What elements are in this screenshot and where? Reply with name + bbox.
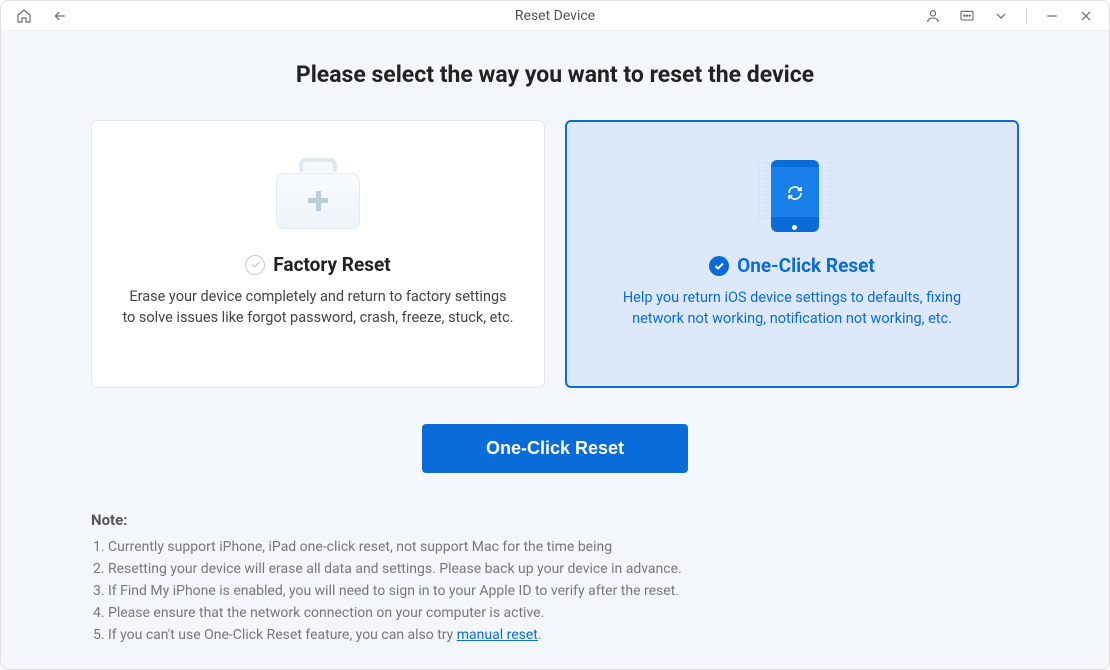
page-heading: Please select the way you want to reset … — [296, 61, 814, 88]
app-window: Reset Device Please select the way you w… — [0, 0, 1110, 670]
window-title: Reset Device — [515, 8, 595, 24]
phone-sync-icon — [762, 160, 822, 240]
one-click-reset-button[interactable]: One-Click Reset — [422, 424, 688, 473]
note-item: Resetting your device will erase all dat… — [108, 559, 1019, 580]
notes-title: Note: — [91, 511, 1019, 529]
notes-list: Currently support iPhone, iPad one-click… — [91, 537, 1019, 646]
note-item: Currently support iPhone, iPad one-click… — [108, 537, 1019, 558]
manual-reset-link[interactable]: manual reset — [457, 627, 538, 643]
titlebar-right — [924, 7, 1095, 25]
factory-reset-card[interactable]: Factory Reset Erase your device complete… — [91, 120, 545, 388]
titlebar-left — [15, 7, 69, 25]
close-icon[interactable] — [1077, 7, 1095, 25]
minimize-icon[interactable] — [1043, 7, 1061, 25]
back-icon[interactable] — [51, 7, 69, 25]
radio-unchecked-icon — [245, 255, 265, 275]
user-icon[interactable] — [924, 7, 942, 25]
feedback-icon[interactable] — [958, 7, 976, 25]
factory-reset-title: Factory Reset — [273, 253, 390, 276]
note-item: Please ensure that the network connectio… — [108, 603, 1019, 624]
card-title-row: One-Click Reset — [709, 254, 875, 277]
home-icon[interactable] — [15, 7, 33, 25]
content-area: Please select the way you want to reset … — [1, 31, 1109, 669]
card-title-row: Factory Reset — [245, 253, 390, 276]
titlebar-divider — [1026, 8, 1027, 24]
one-click-reset-title: One-Click Reset — [737, 254, 875, 277]
note-item: If Find My iPhone is enabled, you will n… — [108, 581, 1019, 602]
titlebar: Reset Device — [1, 1, 1109, 31]
one-click-reset-card[interactable]: One-Click Reset Help you return iOS devi… — [565, 120, 1019, 388]
note-item: If you can't use One-Click Reset feature… — [108, 625, 1019, 646]
note-text: If you can't use One-Click Reset feature… — [108, 627, 457, 643]
note-text: . — [538, 627, 542, 643]
first-aid-kit-icon — [276, 159, 360, 239]
one-click-reset-desc: Help you return iOS device settings to d… — [597, 287, 987, 329]
chevron-down-icon[interactable] — [992, 7, 1010, 25]
factory-reset-desc: Erase your device completely and return … — [122, 286, 514, 328]
option-cards: Factory Reset Erase your device complete… — [91, 120, 1019, 388]
notes-section: Note: Currently support iPhone, iPad one… — [19, 511, 1091, 647]
radio-checked-icon — [709, 256, 729, 276]
